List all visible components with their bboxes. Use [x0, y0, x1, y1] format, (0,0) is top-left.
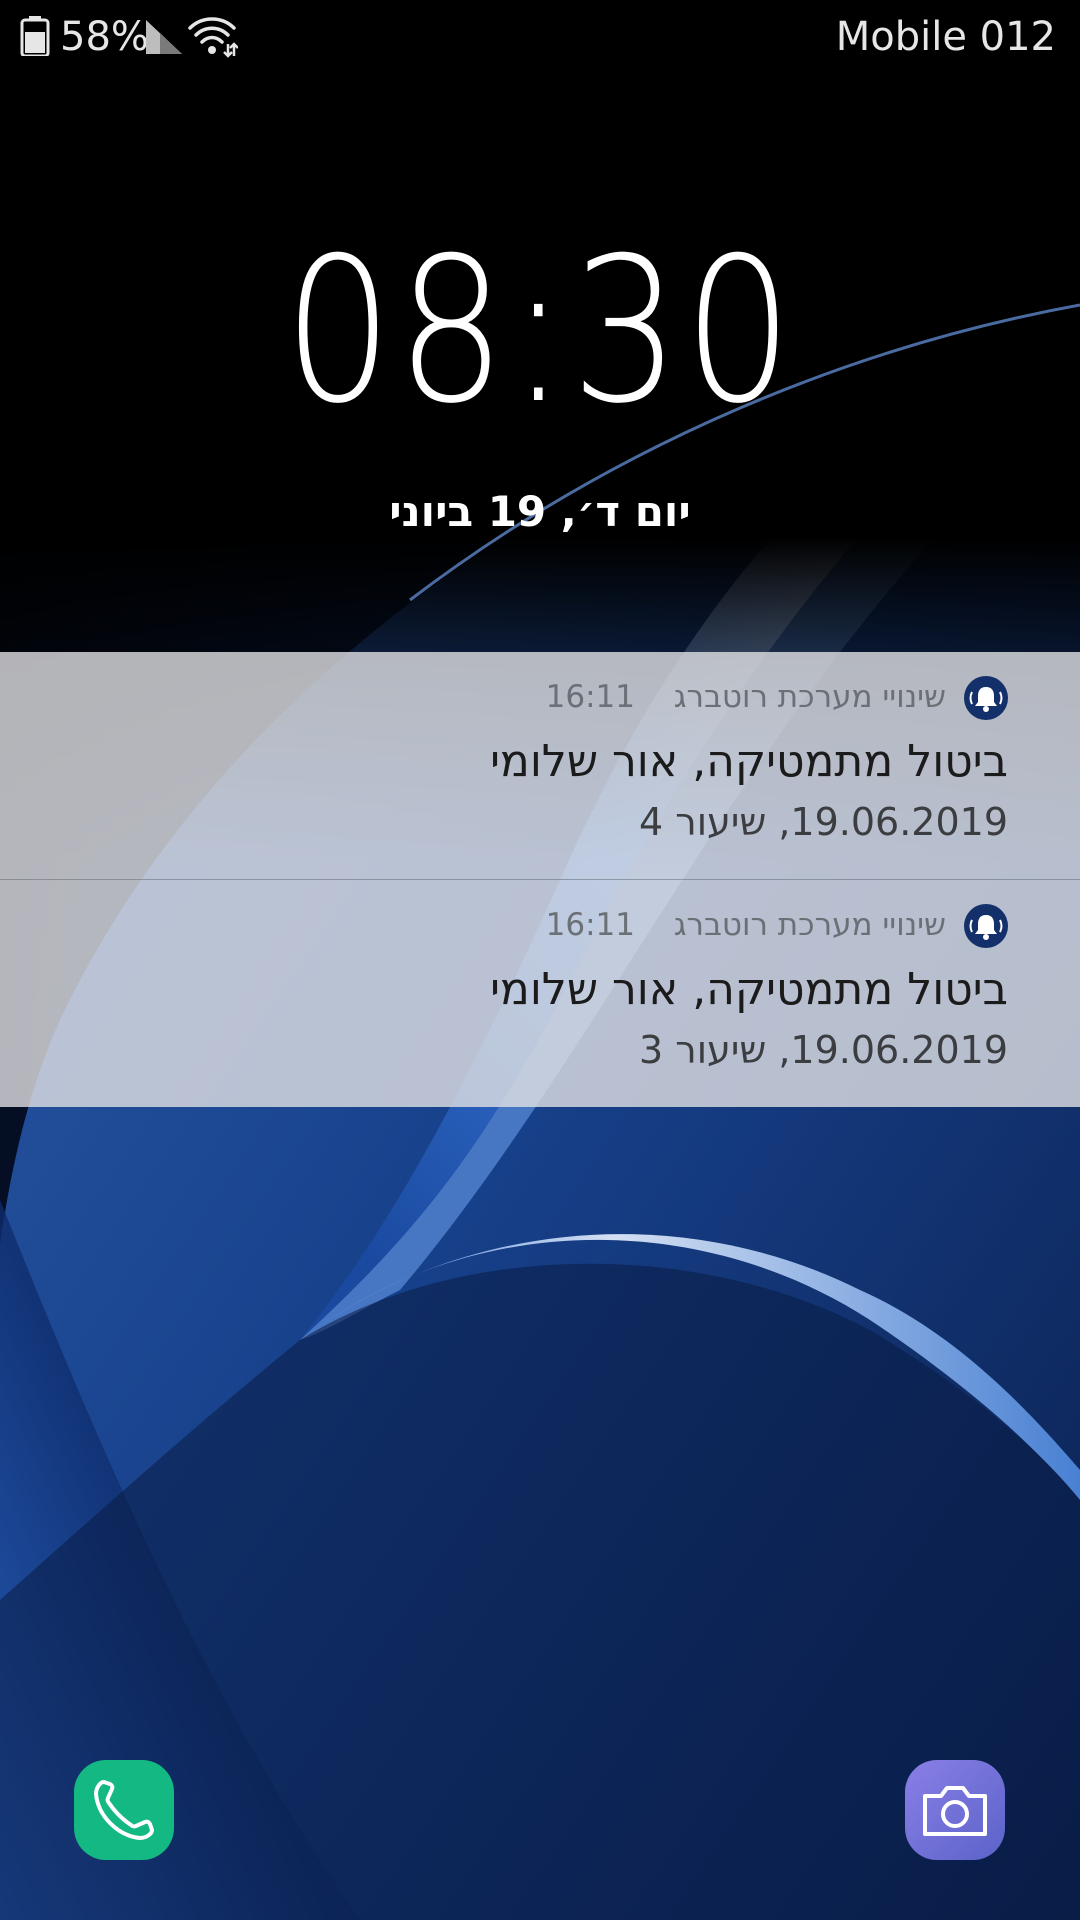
- notification-item[interactable]: שינויי מערכת רוטברג 16:11 ביטול מתמטיקה,…: [0, 652, 1080, 879]
- signal-icon: [146, 20, 182, 54]
- wifi-icon: [188, 17, 238, 58]
- camera-shortcut-button[interactable]: [905, 1760, 1005, 1860]
- notification-body: 19.06.2019, שיעור 4: [638, 800, 1008, 844]
- notification-app-name: שינויי מערכת רוטברג: [673, 679, 946, 715]
- lock-screen: 58% Mobile 012 08:30 יום ד׳, 19 ביוני שי…: [0, 0, 1080, 1920]
- notification-time: 16:11: [545, 907, 635, 943]
- notification-time: 16:11: [545, 679, 635, 715]
- camera-icon: [923, 1786, 987, 1836]
- status-bar: 58% Mobile 012: [0, 0, 1080, 76]
- carrier-name: Mobile 012: [835, 14, 1056, 60]
- phone-icon: [94, 1780, 154, 1840]
- notification-title: ביטול מתמטיקה, אור שלומי: [490, 736, 1008, 787]
- lock-screen-date: יום ד׳, 19 ביוני: [389, 487, 691, 536]
- notification-app-name: שינויי מערכת רוטברג: [673, 907, 946, 943]
- bell-icon: [964, 904, 1008, 948]
- battery-percent: 58%: [60, 14, 149, 60]
- notification-list: שינויי מערכת רוטברג 16:11 ביטול מתמטיקה,…: [0, 652, 1080, 1108]
- battery-icon: [20, 16, 50, 56]
- lock-screen-clock: 08:30: [283, 215, 797, 448]
- notification-item[interactable]: שינויי מערכת רוטברג 16:11 ביטול מתמטיקה,…: [0, 879, 1080, 1107]
- bell-icon: [964, 676, 1008, 720]
- notification-body: 19.06.2019, שיעור 3: [638, 1028, 1008, 1072]
- phone-shortcut-button[interactable]: [74, 1760, 174, 1860]
- notification-title: ביטול מתמטיקה, אור שלומי: [490, 964, 1008, 1015]
